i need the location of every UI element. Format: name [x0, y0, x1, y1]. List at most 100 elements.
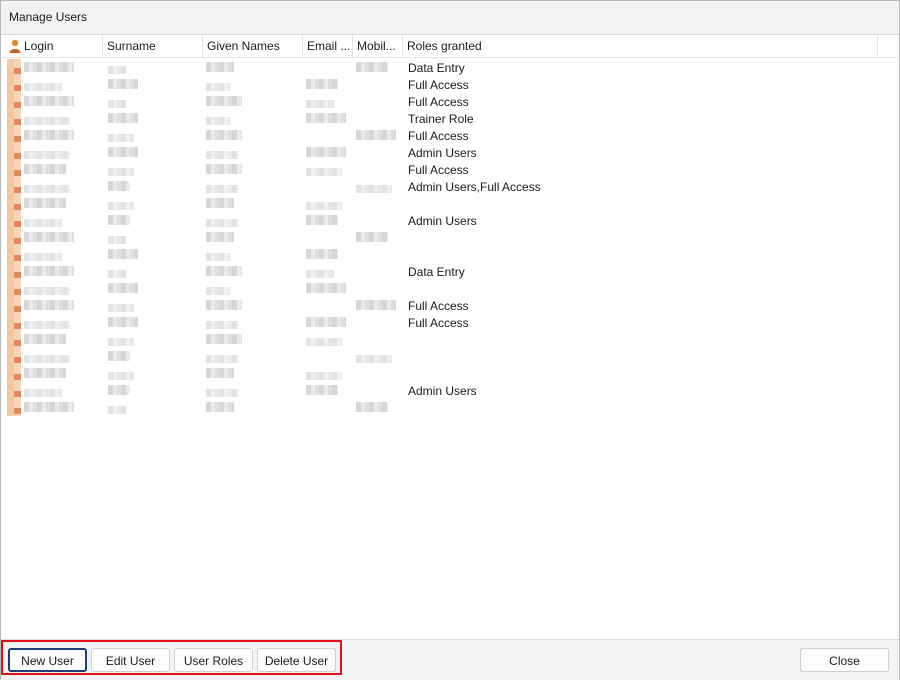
table-row[interactable]: Full Access — [2, 161, 898, 178]
redacted-cell — [306, 202, 342, 210]
new-user-button[interactable]: New User — [8, 648, 87, 672]
close-button[interactable]: Close — [800, 648, 889, 672]
table-row[interactable]: Admin Users — [2, 382, 898, 399]
redacted-cell — [108, 215, 130, 225]
row-marker-icon — [7, 76, 21, 93]
redacted-cell — [24, 96, 74, 106]
column-header-label: Email ... — [307, 39, 351, 53]
redacted-cell — [306, 270, 334, 278]
table-row[interactable]: Full Access — [2, 297, 898, 314]
delete-user-button[interactable]: Delete User — [257, 648, 336, 672]
redacted-cell — [108, 168, 134, 176]
redacted-cell — [24, 402, 74, 412]
redacted-cell — [206, 300, 242, 310]
redacted-cell — [356, 130, 396, 140]
window-title: Manage Users — [9, 10, 88, 24]
table-row[interactable]: Admin Users — [2, 144, 898, 161]
redacted-cell — [356, 62, 388, 72]
roles-cell: Admin Users,Full Access — [408, 180, 541, 194]
row-marker-icon — [7, 212, 21, 229]
column-header-label: Surname — [107, 39, 156, 53]
row-marker-icon — [7, 382, 21, 399]
table-row[interactable]: Data Entry — [2, 59, 898, 76]
row-marker-icon — [7, 331, 21, 348]
redacted-cell — [24, 389, 62, 397]
redacted-cell — [24, 151, 70, 159]
redacted-cell — [306, 168, 342, 176]
redacted-cell — [24, 219, 62, 227]
redacted-cell — [306, 283, 346, 293]
redacted-cell — [306, 372, 342, 380]
redacted-cell — [306, 338, 342, 346]
redacted-cell — [24, 368, 66, 378]
row-marker-icon — [7, 314, 21, 331]
redacted-cell — [206, 232, 234, 242]
redacted-cell — [206, 117, 230, 125]
table-row[interactable]: Trainer Role — [2, 110, 898, 127]
column-header-surname[interactable]: Surname — [103, 35, 203, 57]
row-marker-icon — [7, 93, 21, 110]
table-row[interactable]: Full Access — [2, 93, 898, 110]
redacted-cell — [206, 130, 242, 140]
roles-cell: Trainer Role — [408, 112, 474, 126]
redacted-cell — [108, 236, 126, 244]
redacted-cell — [24, 266, 74, 276]
user-roles-button[interactable]: User Roles — [174, 648, 253, 672]
table-row[interactable] — [2, 348, 898, 365]
roles-cell: Data Entry — [408, 61, 465, 75]
row-marker-icon — [7, 127, 21, 144]
redacted-cell — [108, 66, 126, 74]
redacted-cell — [108, 385, 130, 395]
row-marker-icon — [7, 195, 21, 212]
redacted-cell — [108, 249, 138, 259]
redacted-cell — [108, 338, 134, 346]
table-row[interactable]: Admin Users,Full Access — [2, 178, 898, 195]
column-header-label: Login — [24, 39, 54, 53]
table-row[interactable]: Full Access — [2, 127, 898, 144]
redacted-cell — [206, 151, 238, 159]
roles-cell: Data Entry — [408, 265, 465, 279]
table-row[interactable] — [2, 331, 898, 348]
table-row[interactable] — [2, 195, 898, 212]
redacted-cell — [206, 96, 242, 106]
column-header-roles[interactable]: Roles granted — [403, 35, 878, 57]
roles-cell: Admin Users — [408, 146, 477, 160]
roles-cell: Full Access — [408, 95, 469, 109]
table-row[interactable] — [2, 229, 898, 246]
roles-cell: Full Access — [408, 163, 469, 177]
redacted-cell — [206, 355, 238, 363]
row-marker-icon — [7, 348, 21, 365]
redacted-cell — [108, 147, 138, 157]
redacted-cell — [206, 164, 242, 174]
table-row[interactable] — [2, 399, 898, 416]
column-header-mobile[interactable]: Mobil... — [353, 35, 403, 57]
column-header-login[interactable]: Login — [2, 35, 103, 57]
redacted-cell — [108, 270, 126, 278]
column-header-given-names[interactable]: Given Names — [203, 35, 303, 57]
users-grid[interactable]: Login Surname Given Names Email ... Mobi… — [2, 35, 898, 638]
redacted-cell — [206, 287, 230, 295]
redacted-cell — [24, 130, 74, 140]
table-row[interactable] — [2, 365, 898, 382]
roles-cell: Full Access — [408, 78, 469, 92]
column-header-label: Mobil... — [357, 39, 396, 53]
redacted-cell — [24, 334, 66, 344]
table-row[interactable]: Data Entry — [2, 263, 898, 280]
redacted-cell — [108, 181, 130, 191]
redacted-cell — [306, 113, 346, 123]
roles-cell: Full Access — [408, 316, 469, 330]
column-header-email[interactable]: Email ... — [303, 35, 353, 57]
table-row[interactable]: Full Access — [2, 314, 898, 331]
redacted-cell — [108, 283, 138, 293]
redacted-cell — [306, 147, 346, 157]
table-row[interactable]: Admin Users — [2, 212, 898, 229]
table-row[interactable] — [2, 246, 898, 263]
table-row[interactable]: Full Access — [2, 76, 898, 93]
row-marker-icon — [7, 246, 21, 263]
redacted-cell — [206, 219, 238, 227]
redacted-cell — [24, 83, 62, 91]
edit-user-button[interactable]: Edit User — [91, 648, 170, 672]
table-row[interactable] — [2, 280, 898, 297]
redacted-cell — [206, 83, 230, 91]
redacted-cell — [108, 202, 134, 210]
